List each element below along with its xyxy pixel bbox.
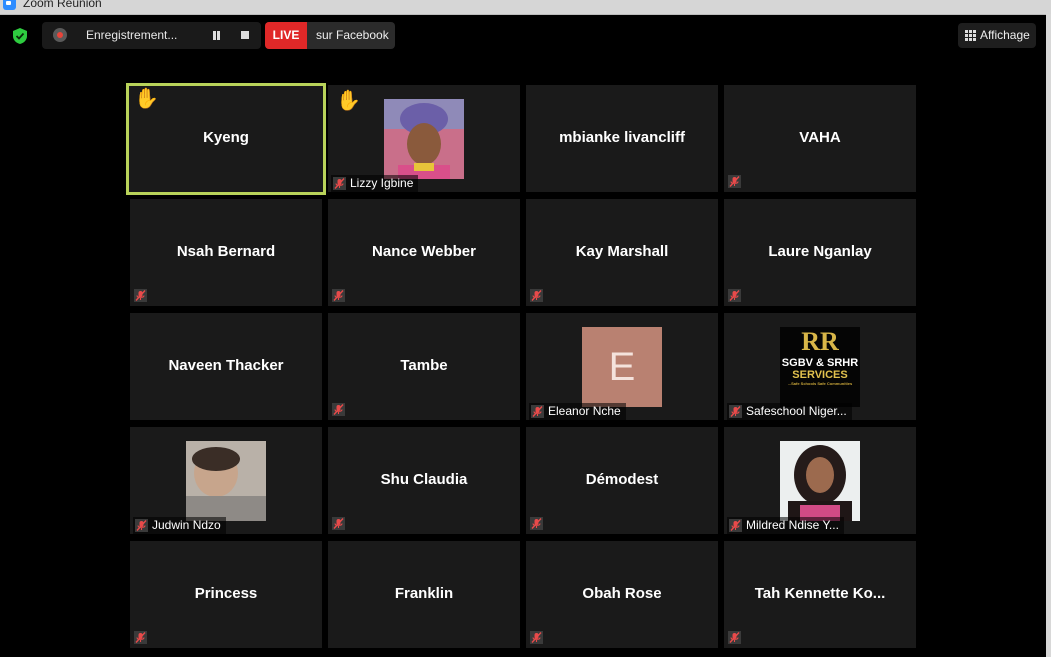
live-stream-indicator[interactable]: LIVE sur Facebook (265, 22, 395, 49)
participant-tile[interactable]: Obah Rose (526, 541, 718, 648)
muted-mic-icon (530, 517, 543, 530)
participant-name: Nsah Bernard (176, 243, 276, 260)
participant-tile[interactable]: Kay Marshall (526, 199, 718, 306)
participant-tile[interactable]: Laure Nganlay (724, 199, 916, 306)
muted-mic-icon (729, 519, 742, 532)
live-destination: sur Facebook (316, 28, 389, 42)
muted-mic-icon (134, 631, 147, 644)
participant-name: Laure Nganlay (768, 243, 872, 260)
participant-name: Obah Rose (582, 585, 662, 602)
muted-mic-icon (134, 289, 147, 302)
participant-tile[interactable]: Démodest (526, 427, 718, 534)
logo-avatar: RR SGBV & SRHR SERVICES ...Safe Schools Saf… (780, 327, 860, 407)
participant-name: Shu Claudia (380, 471, 468, 488)
participant-name: Naveen Thacker (168, 357, 284, 374)
participant-name: Franklin (394, 585, 454, 602)
participant-name: mbianke livancliff (559, 129, 685, 146)
participant-name-label: Judwin Ndzo (133, 517, 226, 534)
participant-tile[interactable]: VAHA (724, 85, 916, 192)
participant-tile[interactable]: Franklin (328, 541, 520, 648)
participant-name: Tambe (400, 357, 448, 374)
participant-tile[interactable]: ✋ Lizzy Igbine (328, 85, 520, 192)
raised-hand-icon: ✋ (336, 90, 361, 112)
participant-name: Lizzy Igbine (350, 176, 414, 190)
participant-name: Eleanor Nche (548, 404, 621, 418)
participant-video (186, 441, 266, 521)
participant-name-label: Eleanor Nche (529, 403, 626, 420)
participant-name: Judwin Ndzo (152, 518, 221, 532)
muted-mic-icon (728, 175, 741, 188)
participant-name: Mildred Ndise Y... (746, 518, 839, 532)
muted-mic-icon (333, 177, 346, 190)
muted-mic-icon (728, 631, 741, 644)
participant-tile[interactable]: Mildred Ndise Y... (724, 427, 916, 534)
recording-label: Enregistrement... (86, 28, 178, 42)
stop-recording-icon[interactable] (241, 31, 249, 39)
live-badge: LIVE (265, 22, 307, 49)
window-edge (1046, 14, 1051, 657)
participant-name: Princess (194, 585, 258, 602)
participant-name: Démodest (585, 471, 659, 488)
logo-text: SGBV & SRHR (781, 357, 859, 369)
participant-tile[interactable]: Tah Kennette Ko... (724, 541, 916, 648)
participant-tile[interactable]: Shu Claudia (328, 427, 520, 534)
zoom-app-icon (3, 0, 16, 10)
muted-mic-icon (728, 289, 741, 302)
window-title: Zoom Réunion (23, 0, 102, 10)
logo-text: SERVICES (792, 369, 848, 381)
participant-tile[interactable]: Judwin Ndzo (130, 427, 322, 534)
participant-name: VAHA (799, 129, 841, 146)
participant-name-label: Safeschool Niger... (727, 403, 852, 420)
participant-name-label: Mildred Ndise Y... (727, 517, 844, 534)
participant-name: Tah Kennette Ko... (754, 585, 886, 602)
grid-view-icon (965, 30, 976, 41)
shield-icon[interactable] (11, 27, 29, 45)
muted-mic-icon (530, 631, 543, 644)
participant-tile[interactable]: Naveen Thacker (130, 313, 322, 420)
participant-name: Kyeng (203, 129, 249, 146)
pause-recording-icon[interactable] (212, 31, 221, 40)
participant-tile[interactable]: RR SGBV & SRHR SERVICES ...Safe Schools Saf… (724, 313, 916, 420)
muted-mic-icon (531, 405, 544, 418)
muted-mic-icon (332, 289, 345, 302)
view-label[interactable]: Affichage (980, 28, 1030, 42)
logo-text: RR (801, 327, 839, 356)
raised-hand-icon: ✋ (134, 88, 159, 110)
recording-icon (53, 28, 67, 42)
participant-name: Safeschool Niger... (746, 404, 847, 418)
muted-mic-icon (135, 519, 148, 532)
participant-name: Nance Webber (372, 243, 476, 260)
participant-tile[interactable]: mbianke livancliff (526, 85, 718, 192)
participant-tile[interactable]: Nance Webber (328, 199, 520, 306)
muted-mic-icon (530, 289, 543, 302)
letter-avatar: E (582, 327, 662, 407)
participant-tile[interactable]: Princess (130, 541, 322, 648)
window-title-bar: Zoom Réunion (0, 0, 1051, 15)
muted-mic-icon (332, 403, 345, 416)
participant-tile[interactable]: Nsah Bernard (130, 199, 322, 306)
participant-video (384, 99, 464, 179)
participant-tile[interactable]: ✋ Kyeng (126, 83, 326, 195)
participant-tile[interactable]: E Eleanor Nche (526, 313, 718, 420)
muted-mic-icon (729, 405, 742, 418)
participant-name: Kay Marshall (575, 243, 669, 260)
participant-name-label: Lizzy Igbine (331, 175, 419, 192)
logo-text: ...Safe Schools Safe Communities (787, 381, 853, 386)
participant-video (780, 441, 860, 521)
participant-tile[interactable]: Tambe (328, 313, 520, 420)
muted-mic-icon (332, 517, 345, 530)
